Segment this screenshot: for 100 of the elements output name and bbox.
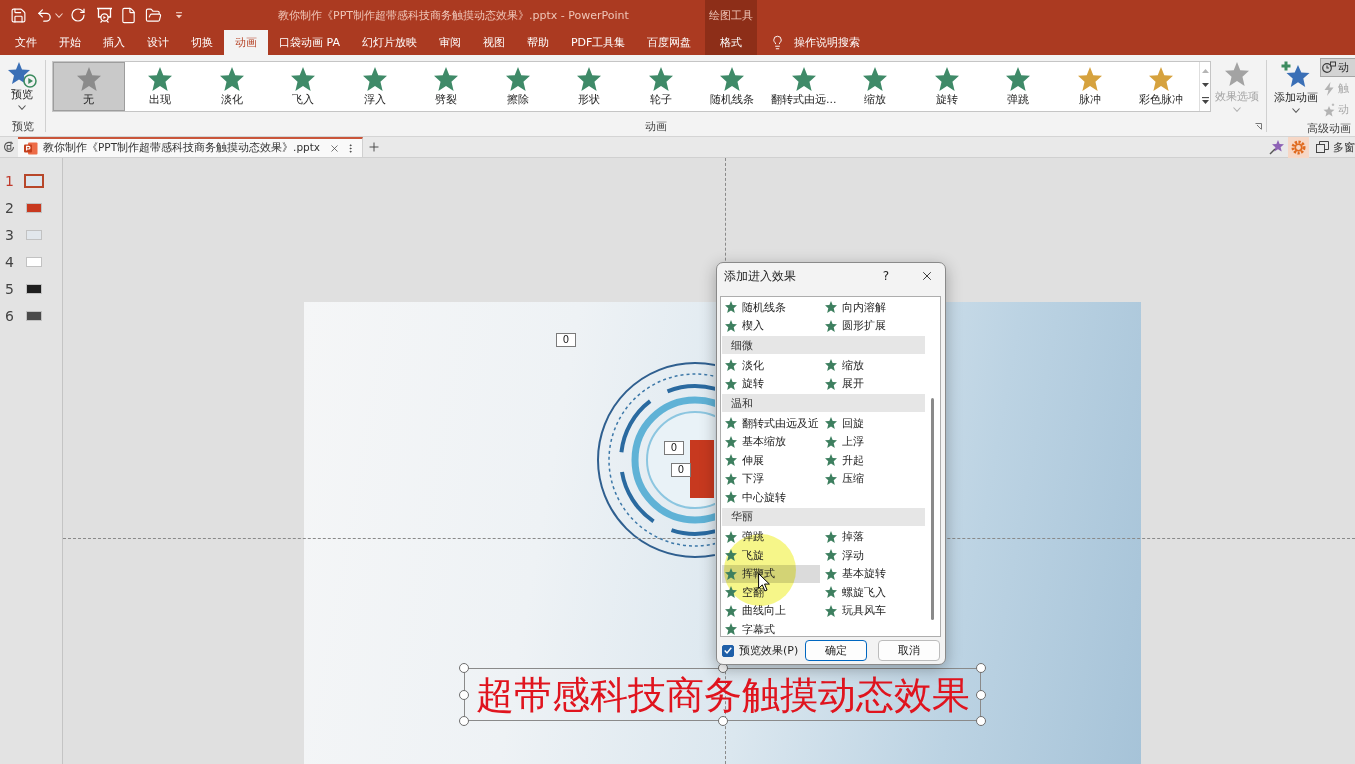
ribbon-tab[interactable]: 幻灯片放映 [350,30,428,55]
dialog-button[interactable]: 取消 [878,640,940,661]
list-item[interactable]: 回旋 [822,414,920,433]
ribbon-tab[interactable]: 视图 [471,30,516,55]
ribbon-tab[interactable]: 动画 [224,30,268,55]
list-item[interactable]: 向内溶解 [822,298,920,317]
add-animation-button[interactable]: 添加动画 [1272,58,1320,113]
save-icon[interactable] [10,6,27,24]
ribbon-tab[interactable]: PDF工具集 [559,30,637,55]
undo-icon[interactable] [36,6,53,24]
resize-handle[interactable] [717,716,728,726]
close-icon[interactable] [329,142,341,154]
slide-thumbnail[interactable] [26,202,42,213]
star-play-icon [7,61,37,88]
slide-thumbnail[interactable] [26,283,42,294]
screen-play-icon[interactable] [96,7,113,23]
ribbon-tab[interactable]: 格式 [705,30,757,55]
list-item[interactable]: 上浮 [822,432,920,451]
ribbon-tab[interactable]: 设计 [136,30,180,55]
ribbon-tab[interactable]: 插入 [92,30,136,55]
more-caret-icon[interactable] [1201,97,1209,104]
list-item[interactable]: 基本缩放 [722,432,820,451]
checkbox[interactable] [722,644,734,657]
ribbon-tab[interactable]: 文件 [4,30,48,55]
text-box-frame[interactable]: 超带感科技商务触摸动态效果 [464,668,981,721]
help-button[interactable]: ? [872,265,900,287]
list-item[interactable]: 空翻 [722,583,820,602]
plus-icon[interactable] [367,140,382,154]
page-icon[interactable] [120,6,137,24]
dialog-button[interactable]: 确定 [805,640,867,661]
list-item[interactable]: 螺旋飞入 [822,583,920,602]
gallery-item[interactable]: 弹跳 [982,62,1054,111]
gallery-item[interactable]: 飞入 [267,62,339,111]
list-item[interactable]: 曲线向上 [722,601,820,620]
gallery-item[interactable]: 劈裂 [410,62,482,111]
list-item[interactable]: 下浮 [722,469,820,488]
gallery-item[interactable]: 随机线条 [696,62,768,111]
ribbon-tab[interactable]: 审阅 [427,30,472,55]
resize-handle[interactable] [459,663,469,673]
list-item[interactable]: 浮动 [822,546,920,565]
list-item[interactable]: 圆形扩展 [822,316,920,335]
lightning-icon [1324,81,1334,96]
gallery-item[interactable]: 出现 [124,62,196,111]
list-item[interactable]: 展开 [822,374,920,393]
gallery-item[interactable]: 淡化 [196,62,268,111]
tell-me-button[interactable]: 操作说明搜索 [757,30,860,55]
gallery-item[interactable]: 浮入 [339,62,411,111]
ribbon-button[interactable]: 动 [1320,58,1355,77]
slide-thumbnail[interactable] [26,256,42,267]
gallery-item[interactable]: 缩放 [839,62,911,111]
gallery-item[interactable]: 擦除 [482,62,554,111]
ribbon-tab[interactable]: 百度网盘 [636,30,703,55]
window-menu-button[interactable]: 多窗 [1316,139,1355,155]
ribbon-tab[interactable]: 开始 [48,30,92,55]
list-item[interactable]: 掉落 [822,527,920,546]
redo-icon[interactable] [70,7,86,23]
list-item[interactable]: 伸展 [722,451,820,470]
gallery-item[interactable]: 脉冲 [1054,62,1126,111]
ribbon-tab[interactable]: 切换 [180,30,224,55]
resize-handle[interactable] [976,689,986,700]
list-item[interactable]: 升起 [822,451,920,470]
gallery-item[interactable]: 形状 [553,62,625,111]
document-tab[interactable]: 教你制作《PPT制作超带感科技商务触摸动态效果》.pptx [18,137,364,157]
list-item[interactable]: 飞旋 [722,546,820,565]
preview-button[interactable]: 预览 [2,61,42,110]
scroll-down-icon[interactable] [1201,83,1209,87]
list-item[interactable]: 缩放 [822,356,920,375]
gear-icon[interactable] [1288,136,1309,158]
circle-arrow-icon[interactable] [3,141,15,153]
list-item[interactable]: 基本旋转 [822,564,920,583]
list-item[interactable]: 淡化 [722,356,820,375]
gallery-item[interactable]: 彩色脉冲 [1125,62,1197,111]
scrollbar-thumb[interactable] [931,398,934,620]
gallery-item[interactable]: 翻转式由远... [768,62,840,111]
list-item[interactable]: 弹跳 [722,527,820,546]
list-item[interactable]: 翻转式由远及近 [722,414,820,433]
folder-icon[interactable] [145,6,162,24]
magic-star-icon[interactable] [1269,139,1285,155]
dialog-launcher-icon[interactable] [1255,123,1262,130]
list-item[interactable]: 中心旋转 [722,488,820,507]
list-item[interactable]: 楔入 [722,316,820,335]
list-item[interactable]: 旋转 [722,374,820,393]
slide-thumbnail[interactable] [26,229,42,240]
list-item[interactable]: 随机线条 [722,298,820,317]
ribbon-tab[interactable]: 口袋动画 PA [268,30,351,55]
star-icon [825,586,837,599]
gallery-item[interactable]: 无 [53,62,125,111]
gallery-item[interactable]: 轮子 [625,62,697,111]
slide-thumbnail[interactable] [24,173,44,188]
slide-thumbnail[interactable] [26,310,42,321]
resize-handle[interactable] [459,689,469,700]
ribbon-tab[interactable]: 帮助 [515,30,560,55]
list-item[interactable]: 玩具风车 [822,601,920,620]
list-item[interactable]: 压缩 [822,469,920,488]
gallery-item[interactable]: 旋转 [911,62,983,111]
resize-handle[interactable] [976,663,986,673]
list-item[interactable]: 字幕式 [722,620,820,636]
resize-handle[interactable] [976,716,986,726]
resize-handle[interactable] [459,716,469,726]
customize-caret-icon[interactable] [175,11,183,19]
